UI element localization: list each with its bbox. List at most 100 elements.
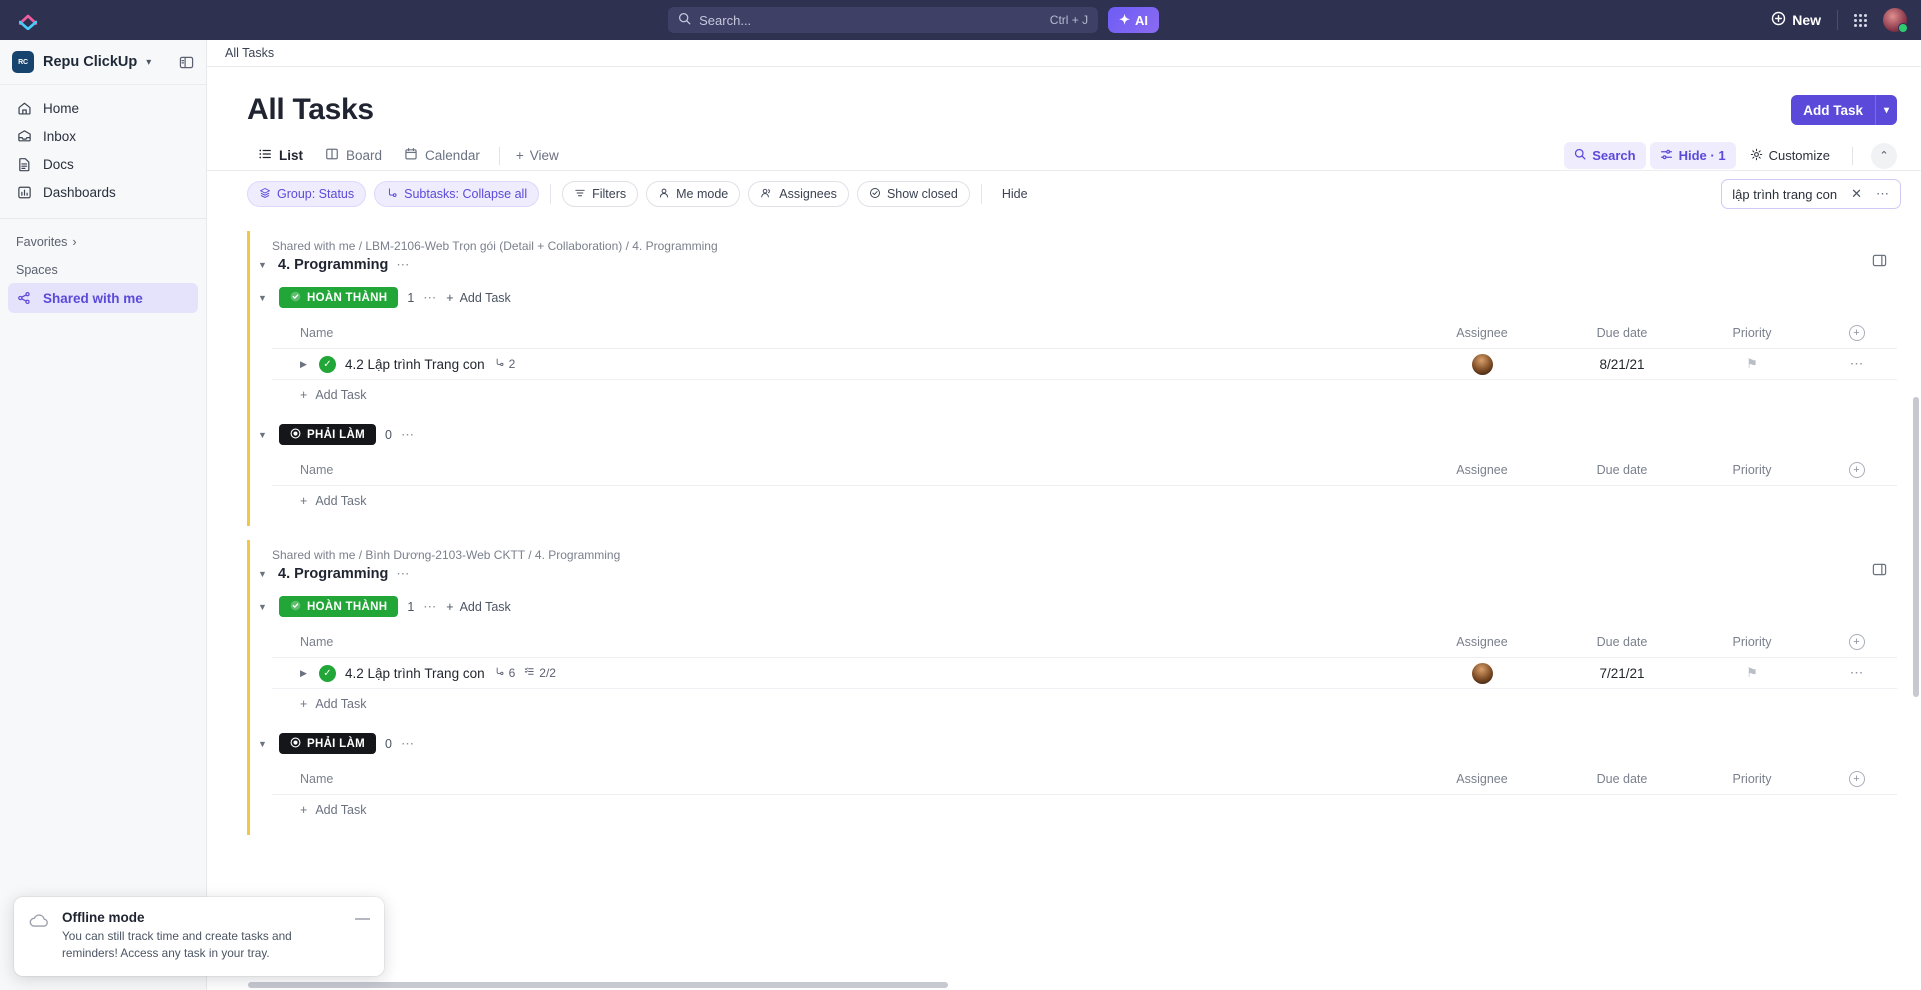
add-column-button[interactable]: + [1817,771,1897,787]
sidebar-item-dashboards[interactable]: Dashboards [8,178,198,206]
apps-grid-icon[interactable] [1854,13,1867,27]
tab-list[interactable]: List [247,141,314,170]
sidebar-item-docs[interactable]: Docs [8,150,198,178]
new-label: New [1792,12,1821,28]
group-options-icon[interactable]: ⋯ [396,566,410,582]
row-options-icon[interactable]: ⋯ [1817,356,1897,372]
add-view-button[interactable]: + View [508,148,567,163]
assignee-cell[interactable] [1407,353,1557,375]
inbox-icon [16,129,32,144]
due-date-cell[interactable]: 8/21/21 [1557,357,1687,372]
assignees-chip[interactable]: Assignees [748,181,849,207]
status-badge[interactable]: PHẢI LÀM [279,424,376,445]
expand-row-icon[interactable]: ▶ [300,668,310,679]
add-task-button[interactable]: Add Task ▾ [1791,95,1897,125]
group-by-chip[interactable]: Group: Status [247,181,367,207]
status-badge[interactable]: HOÀN THÀNH [279,287,399,308]
priority-cell[interactable]: ⚑ [1687,356,1817,372]
add-task-inline-label: Add Task [459,599,511,614]
group-panel-icon[interactable] [1872,253,1887,273]
sidebar-item-home[interactable]: Home [8,94,198,122]
collapse-header-button[interactable]: ⌃ [1871,142,1897,169]
add-task-dropdown-icon[interactable]: ▾ [1874,95,1897,125]
layers-icon [259,187,271,202]
chevron-down-icon[interactable]: ▼ [258,739,270,749]
sidebar-item-label: Docs [43,156,74,172]
table-header: Name Assignee Due date Priority + [272,455,1897,486]
hide-chip[interactable]: Hide [993,181,1037,207]
status-badge[interactable]: HOÀN THÀNH [279,596,399,617]
tab-calendar[interactable]: Calendar [393,141,491,170]
column-priority: Priority [1732,635,1772,649]
task-name-cell: ▶ ✓ 4.2 Lập trình Trang con [272,355,1407,373]
chevron-down-icon[interactable]: ▼ [258,260,270,270]
chevron-down-icon[interactable]: ▼ [258,569,270,579]
breadcrumb-item[interactable]: All Tasks [225,46,274,60]
hide-fields-label: Hide · 1 [1678,148,1726,163]
workspace-switcher[interactable]: RC Repu ClickUp ▾ [0,40,206,85]
group-options-icon[interactable]: ⋯ [396,257,410,273]
expand-row-icon[interactable]: ▶ [300,359,310,370]
status-options-icon[interactable]: ⋯ [423,290,437,306]
global-search-box[interactable]: Search... Ctrl + J [668,7,1099,33]
hide-fields-button[interactable]: Hide · 1 [1649,142,1736,169]
assignee-cell[interactable] [1407,662,1557,684]
ai-button[interactable]: ✦ AI [1108,7,1160,33]
add-task-row[interactable]: + Add Task [272,486,1897,516]
subtasks-chip[interactable]: Subtasks: Collapse all [374,181,540,207]
plus-icon: + [300,494,308,508]
due-date-cell[interactable]: 7/21/21 [1557,666,1687,681]
plus-icon: + [515,148,524,163]
add-column-button[interactable]: + [1817,325,1897,341]
search-shortcut: Ctrl + J [1049,13,1089,27]
column-priority: Priority [1732,463,1772,477]
chevron-down-icon[interactable]: ▼ [258,293,270,303]
share-icon [16,291,32,305]
status-options-icon[interactable]: ⋯ [401,736,415,752]
offline-mode-toast: Offline mode You can still track time an… [14,896,384,976]
sidebar-item-shared-with-me[interactable]: Shared with me [8,283,198,313]
add-task-row[interactable]: + Add Task [272,380,1897,410]
me-mode-chip[interactable]: Me mode [646,181,741,207]
clickup-logo[interactable] [0,10,56,30]
person-icon [658,187,670,202]
add-task-inline-button[interactable]: + Add Task [446,600,511,614]
toggle-sidebar-icon[interactable] [179,55,194,70]
user-avatar[interactable] [1883,8,1908,33]
add-column-button[interactable]: + [1817,634,1897,650]
status-options-icon[interactable]: ⋯ [401,427,415,443]
task-status-check-icon[interactable]: ✓ [319,664,336,682]
chevron-down-icon[interactable]: ▼ [258,602,270,612]
column-assignee: Assignee [1456,326,1508,340]
show-closed-chip[interactable]: Show closed [856,181,970,207]
clear-search-icon[interactable]: ✕ [1851,186,1862,202]
add-task-row[interactable]: + Add Task [272,795,1897,825]
horizontal-scrollbar[interactable] [248,982,948,988]
task-search-input[interactable]: lập trình trang con ✕ ⋯ [1721,179,1901,209]
search-options-icon[interactable]: ⋯ [1876,186,1890,202]
group-panel-icon[interactable] [1872,562,1887,582]
row-options-icon[interactable]: ⋯ [1817,665,1897,681]
table-row[interactable]: ▶ ✓ 4.2 Lập trình Trang con [272,349,1897,380]
filters-chip[interactable]: Filters [562,181,639,207]
vertical-scrollbar[interactable] [1913,397,1919,697]
plus-icon: + [446,290,454,305]
chevron-down-icon[interactable]: ▼ [258,430,270,440]
favorites-section[interactable]: Favorites › [0,227,206,257]
customize-button[interactable]: Customize [1740,142,1840,169]
priority-cell[interactable]: ⚑ [1687,665,1817,681]
add-task-row[interactable]: + Add Task [272,689,1897,719]
status-badge[interactable]: PHẢI LÀM [279,733,376,754]
minimize-icon[interactable]: — [355,910,370,927]
status-options-icon[interactable]: ⋯ [423,599,437,615]
new-button[interactable]: New [1771,11,1821,29]
status-header: ▼ HOÀN THÀNH 1 ⋯ + Add Task [258,287,1897,308]
table-row[interactable]: ▶ ✓ 4.2 Lập trình Trang con [272,658,1897,689]
add-task-inline-button[interactable]: + Add Task [446,291,511,305]
subtask-count: 6 [494,666,515,680]
tab-board[interactable]: Board [314,141,393,170]
sidebar-item-inbox[interactable]: Inbox [8,122,198,150]
view-search-button[interactable]: Search [1564,142,1646,169]
add-column-button[interactable]: + [1817,462,1897,478]
task-status-check-icon[interactable]: ✓ [319,355,336,373]
